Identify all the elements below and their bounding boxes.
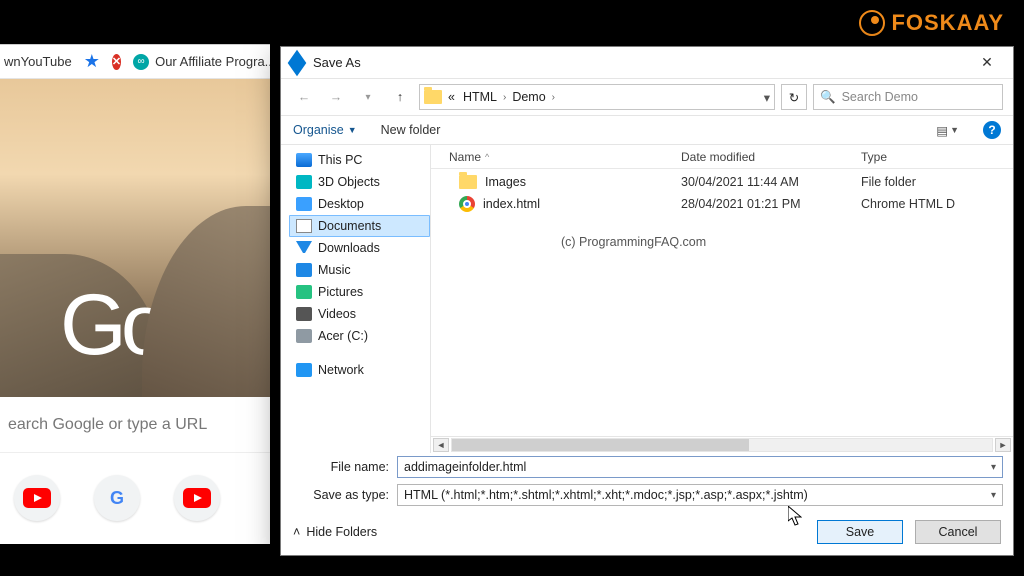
tree-item-music[interactable]: Music (289, 259, 430, 281)
view-options-button[interactable]: ▤ ▼ (936, 123, 959, 138)
chrome-file-icon (459, 196, 475, 212)
search-icon: 🔍 (820, 90, 836, 105)
folder-search-input[interactable]: 🔍 Search Demo (813, 84, 1003, 110)
brand-watermark: FOSKAAY (859, 10, 1004, 36)
scroll-right-button[interactable]: ► (995, 438, 1011, 452)
folder-icon (459, 175, 477, 189)
google-logo: Goo (60, 276, 205, 375)
nav-back-button[interactable]: ← (291, 84, 317, 110)
help-button[interactable]: ? (983, 121, 1001, 139)
folder-icon (424, 90, 442, 104)
tree-item-this-pc[interactable]: This PC (289, 149, 430, 171)
drive-icon (296, 329, 312, 343)
new-tab-wallpaper: Goo (0, 79, 270, 397)
tree-item-downloads[interactable]: Downloads (289, 237, 430, 259)
crumb-demo[interactable]: Demo (510, 90, 547, 104)
tree-item-documents[interactable]: Documents (289, 215, 430, 237)
address-bar[interactable]: « HTML › Demo › ▾ (419, 84, 775, 110)
shortcut-google[interactable]: G (94, 475, 140, 521)
scroll-track[interactable] (451, 438, 993, 452)
down-icon (296, 241, 312, 255)
horizontal-scrollbar[interactable]: ◄ ► (431, 436, 1013, 453)
navigation-tree: This PC3D ObjectsDesktopDocumentsDownloa… (281, 145, 431, 453)
3d-icon (296, 175, 312, 189)
nav-forward-button: → (323, 84, 349, 110)
file-row[interactable]: Images30/04/2021 11:44 AMFile folder (431, 171, 1013, 193)
chevron-up-icon: ˄ (293, 525, 300, 539)
column-headers[interactable]: Name ^ Date modified Type (431, 145, 1013, 169)
cancel-button[interactable]: Cancel (915, 520, 1001, 544)
shortcut-youtube[interactable] (14, 475, 60, 521)
bookmarks-bar: wnYouTube ★ ✕ ∞ Our Affiliate Progra... (0, 45, 270, 79)
file-list: Images30/04/2021 11:44 AMFile folderinde… (431, 169, 1013, 436)
file-name-label: File name: (281, 460, 397, 474)
chevron-down-icon[interactable]: ▾ (991, 490, 996, 501)
file-name-input[interactable]: addimageinfolder.html ▾ (397, 456, 1003, 478)
stop-icon[interactable]: ✕ (112, 54, 121, 70)
vscode-icon (288, 49, 307, 76)
chevron-right-icon: › (552, 92, 555, 103)
vid-icon (296, 307, 312, 321)
file-row[interactable]: index.html28/04/2021 01:21 PMChrome HTML… (431, 193, 1013, 215)
save-button[interactable]: Save (817, 520, 903, 544)
scroll-thumb[interactable] (452, 439, 749, 451)
pc-icon (296, 153, 312, 167)
save-type-label: Save as type: (281, 488, 397, 502)
dialog-titlebar[interactable]: Save As ✕ (281, 47, 1013, 79)
chrome-window: wnYouTube ★ ✕ ∞ Our Affiliate Progra... … (0, 44, 270, 544)
desk-icon (296, 197, 312, 211)
save-type-select[interactable]: HTML (*.html;*.htm;*.shtml;*.xhtml;*.xht… (397, 484, 1003, 506)
brand-logo-icon (859, 10, 885, 36)
pic-icon (296, 285, 312, 299)
omnibox[interactable]: earch Google or type a URL (0, 397, 270, 453)
nav-up-button[interactable]: ↑ (387, 84, 413, 110)
crumb-html[interactable]: HTML (461, 90, 499, 104)
new-folder-button[interactable]: New folder (381, 123, 441, 137)
address-dropdown[interactable]: ▾ (764, 90, 770, 105)
organise-menu[interactable]: Organise▼ (293, 123, 357, 137)
chevron-right-icon: › (503, 92, 506, 103)
doc-icon (296, 219, 312, 233)
star-icon[interactable]: ★ (84, 51, 100, 72)
tree-item-network[interactable]: Network (289, 359, 430, 381)
sort-asc-icon: ^ (485, 152, 489, 162)
nav-recent-caret[interactable]: ▾ (355, 84, 381, 110)
refresh-button[interactable]: ↻ (781, 84, 807, 110)
tree-item-3d-objects[interactable]: 3D Objects (289, 171, 430, 193)
shortcut-tiles: G (0, 453, 270, 543)
content-watermark: (c) ProgrammingFAQ.com (561, 235, 706, 249)
net-icon (296, 363, 312, 377)
crumb-prefix[interactable]: « (446, 90, 457, 104)
brand-text: FOSKAAY (891, 10, 1004, 36)
bookmark-affiliate[interactable]: ∞ Our Affiliate Progra... (133, 54, 270, 70)
bookmark-favicon: ∞ (133, 54, 149, 70)
scroll-left-button[interactable]: ◄ (433, 438, 449, 452)
chevron-down-icon[interactable]: ▾ (991, 462, 996, 473)
tree-item-pictures[interactable]: Pictures (289, 281, 430, 303)
save-as-dialog: Save As ✕ ← → ▾ ↑ « HTML › Demo › ▾ ↻ 🔍 … (280, 46, 1014, 556)
shortcut-youtube-2[interactable] (174, 475, 220, 521)
music-icon (296, 263, 312, 277)
dialog-title: Save As (313, 55, 967, 70)
close-button[interactable]: ✕ (967, 49, 1007, 77)
tree-item-videos[interactable]: Videos (289, 303, 430, 325)
hide-folders-toggle[interactable]: ˄ Hide Folders (293, 525, 377, 539)
tree-item-acer-c-[interactable]: Acer (C:) (289, 325, 430, 347)
tree-item-desktop[interactable]: Desktop (289, 193, 430, 215)
bookmark-partial[interactable]: wnYouTube (4, 54, 72, 69)
